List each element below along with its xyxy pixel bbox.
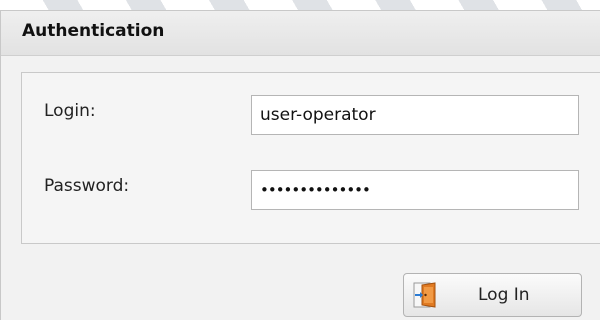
password-label: Password: <box>44 176 130 196</box>
panel-header: Authentication <box>1 11 600 56</box>
authentication-panel: Authentication Login: Password: Log In <box>0 10 600 320</box>
log-in-button[interactable]: Log In <box>403 273 582 317</box>
door-enter-icon <box>413 282 436 308</box>
panel-title: Authentication <box>22 21 165 41</box>
credentials-form: Login: Password: <box>21 72 600 244</box>
decorative-top-stripes <box>0 0 600 10</box>
log-in-label: Log In <box>478 285 530 305</box>
login-label: Login: <box>44 101 96 121</box>
login-input[interactable] <box>251 95 579 135</box>
password-input[interactable] <box>251 170 579 210</box>
